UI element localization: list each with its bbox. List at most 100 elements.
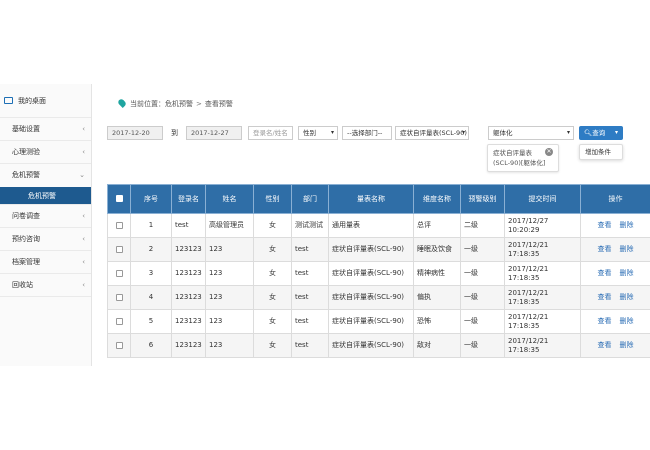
filter-bar: 2017-12-20 到 2017-12-27 登录名/姓名 性别 ▾ --选择部… [107,126,650,142]
delete-link[interactable]: 删除 [620,221,634,229]
breadcrumb-separator: > [196,100,202,108]
gender-select[interactable]: 性别 ▾ [298,126,338,140]
breadcrumb-level2: 查看预警 [204,100,233,108]
cell-dimension: 总评 [413,213,461,238]
sidebar-subitem-crisis-warning[interactable]: 危机预警 [0,187,91,205]
cell-name: 高级管理员 [205,213,254,238]
cell-login: 123123 [171,261,206,286]
cell-name: 123 [205,333,254,358]
delete-link[interactable]: 删除 [620,269,634,277]
view-link[interactable]: 查看 [598,269,612,277]
view-link[interactable]: 查看 [598,221,612,229]
chevron-left-icon: ‹ [82,125,85,133]
sidebar-item-appointment[interactable]: 预约咨询 ‹ [0,228,91,251]
cell-login: test [171,213,206,238]
cell-dimension: 敌对 [413,333,461,358]
chevron-down-icon: ⌄ [79,171,85,179]
end-date-input[interactable]: 2017-12-27 [186,126,242,140]
query-dropdown-menu: 增加条件 [579,144,623,160]
table-row: 2 123123 123 女 test 症状自评量表(SCL-90) 睡眠及饮食… [107,237,650,262]
search-name-input[interactable]: 登录名/姓名 [248,126,293,140]
sidebar-item-survey[interactable]: 问卷调查 ‹ [0,205,91,228]
sidebar-item-desktop[interactable]: 我的桌面 [0,84,91,118]
row-checkbox[interactable] [115,317,123,325]
row-checkbox[interactable] [115,221,123,229]
row-checkbox[interactable] [115,269,123,277]
date-to-label: 到 [171,129,178,137]
row-select-cell [107,285,131,310]
cell-dept: test [291,237,329,262]
app-root: 我的桌面 基础设置 ‹ 心理测验 ‹ 危机预警 ⌄ 危机预警 问卷调查 ‹ 预约… [0,84,650,366]
cell-name: 123 [205,261,254,286]
breadcrumb: 当前位置：危机预警 > 查看预警 [117,98,233,110]
header-scale[interactable]: 量表名称 [328,184,414,214]
view-link[interactable]: 查看 [598,341,612,349]
cell-time: 2017/12/21 17:18:35 [504,309,581,334]
sidebar-item-crisis-warning[interactable]: 危机预警 ⌄ [0,164,91,187]
tag-line1: 症状自评量表 [493,149,532,157]
view-link[interactable]: 查看 [598,317,612,325]
delete-link[interactable]: 删除 [620,293,634,301]
gender-select-value: 性别 [303,129,316,137]
sidebar-item-archives[interactable]: 档案管理 ‹ [0,251,91,274]
add-condition-item[interactable]: 增加条件 [585,148,611,156]
query-button[interactable]: 🔍︎查询 ▾ [579,126,623,140]
start-date-input[interactable]: 2017-12-20 [107,126,163,140]
row-checkbox[interactable] [115,293,123,301]
header-dept[interactable]: 部门 [291,184,329,214]
row-select-cell [107,333,131,358]
sidebar-item-basic-settings[interactable]: 基础设置 ‹ [0,118,91,141]
sidebar-item-recycle-bin[interactable]: 回收站 ‹ [0,274,91,297]
header-gender[interactable]: 性别 [253,184,292,214]
table-row: 6 123123 123 女 test 症状自评量表(SCL-90) 敌对 一级… [107,333,650,358]
sidebar-item-label: 我的桌面 [18,97,46,105]
sidebar-item-label: 心理测验 [12,148,40,156]
sidebar-item-label: 回收站 [12,281,33,289]
cell-gender: 女 [253,333,292,358]
cell-gender: 女 [253,285,292,310]
row-select-cell [107,213,131,238]
row-checkbox[interactable] [115,341,123,349]
close-icon[interactable]: ✕ [545,148,553,156]
delete-link[interactable]: 删除 [620,341,634,349]
cell-actions: 查看 删除 [580,309,650,334]
cell-scale: 通用量表 [328,213,414,238]
cell-level: 一级 [460,309,505,334]
cell-dimension: 偏执 [413,285,461,310]
cell-gender: 女 [253,213,292,238]
cell-scale: 症状自评量表(SCL-90) [328,237,414,262]
header-level[interactable]: 预警级别 [460,184,505,214]
view-link[interactable]: 查看 [598,293,612,301]
cell-level: 一级 [460,237,505,262]
query-button-label: 查询 [592,129,606,137]
cell-dimension: 精神病性 [413,261,461,286]
chevron-left-icon: ‹ [82,235,85,243]
breadcrumb-level1[interactable]: 危机预警 [165,100,193,108]
department-select[interactable]: --选择部门-- [342,126,392,140]
scale-select[interactable]: 症状自评量表(SCL-90) ▾ [395,126,469,140]
header-actions: 操作 [580,184,650,214]
sidebar-item-label: 问卷调查 [12,212,40,220]
header-time[interactable]: 提交时间 [504,184,581,214]
factor-select[interactable]: 躯体化 ▾ [488,126,574,140]
delete-link[interactable]: 删除 [620,317,634,325]
cell-time: 2017/12/21 17:18:35 [504,261,581,286]
tag-line2: (SCL-90)[躯体化] [493,159,546,167]
factor-select-value: 躯体化 [493,129,513,137]
header-name[interactable]: 姓名 [205,184,254,214]
monitor-icon [4,97,13,104]
cell-no: 6 [130,333,172,358]
row-checkbox[interactable] [115,245,123,253]
cell-time: 2017/12/21 17:18:35 [504,237,581,262]
cell-name: 123 [205,285,254,310]
select-all-checkbox[interactable] [115,195,123,202]
cell-login: 123123 [171,309,206,334]
header-no[interactable]: 序号 [130,184,172,214]
caret-down-icon: ▾ [330,129,334,136]
sidebar-item-psych-test[interactable]: 心理测验 ‹ [0,141,91,164]
delete-link[interactable]: 删除 [620,245,634,253]
view-link[interactable]: 查看 [598,245,612,253]
cell-gender: 女 [253,261,292,286]
header-login[interactable]: 登录名 [171,184,206,214]
header-dimension[interactable]: 维度名称 [413,184,461,214]
